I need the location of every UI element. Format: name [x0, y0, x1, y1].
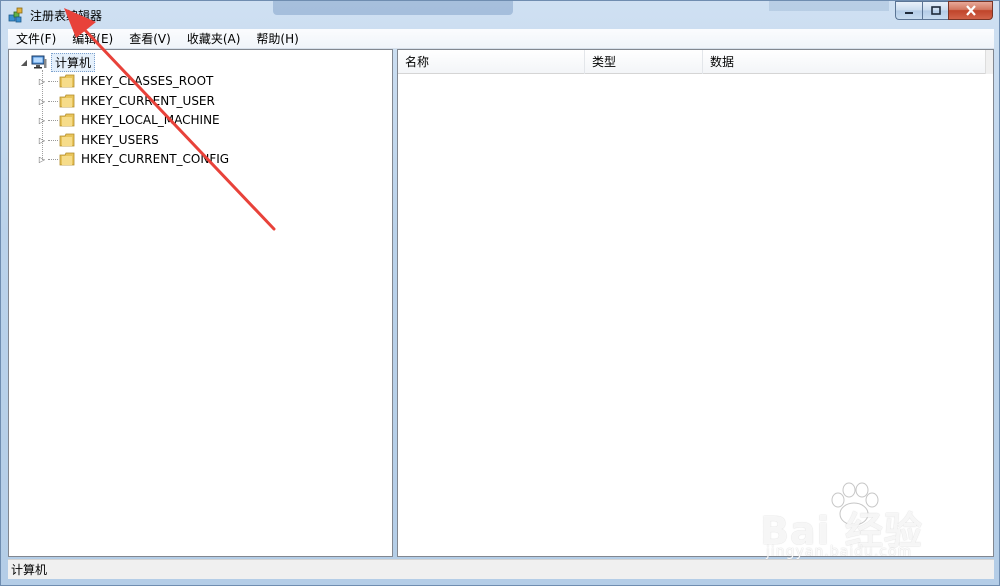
tree-connector-dots [48, 80, 58, 82]
expand-arrow-icon[interactable]: ▷ [37, 115, 47, 125]
tree-item-hkey-users[interactable]: ▷ HKEY_USERS [37, 131, 161, 149]
close-icon [965, 5, 976, 16]
close-button[interactable] [948, 1, 993, 20]
expand-arrow-icon[interactable]: ▷ [37, 154, 47, 164]
menu-help[interactable]: 帮助(H) [248, 29, 306, 49]
folder-icon [59, 113, 75, 127]
tree-item-hkey-current-user[interactable]: ▷ HKEY_CURRENT_USER [37, 92, 217, 110]
menu-file[interactable]: 文件(F) [8, 29, 64, 49]
tree-item-label: HKEY_USERS [81, 133, 159, 147]
registry-values-pane[interactable]: 名称 类型 数据 [397, 49, 994, 557]
folder-icon [59, 152, 75, 166]
menu-favorites[interactable]: 收藏夹(A) [179, 29, 249, 49]
tree-item-hkey-current-config[interactable]: ▷ HKEY_CURRENT_CONFIG [37, 150, 231, 168]
maximize-button[interactable] [922, 1, 948, 20]
list-header: 名称 类型 数据 [398, 50, 986, 74]
background-glare [273, 1, 513, 15]
minimize-icon [905, 11, 913, 14]
status-path: 计算机 [11, 563, 48, 577]
column-header-data[interactable]: 数据 [703, 50, 986, 74]
minimize-button[interactable] [895, 1, 922, 20]
menu-edit[interactable]: 编辑(E) [64, 29, 121, 49]
collapse-arrow-icon[interactable]: ◢ [19, 57, 29, 67]
tree-connector-dots [48, 158, 58, 160]
folder-icon [59, 74, 75, 88]
tree-item-label: HKEY_CLASSES_ROOT [81, 74, 214, 88]
expand-arrow-icon[interactable]: ▷ [37, 96, 47, 106]
tree-connector-dots [48, 139, 58, 141]
folder-icon [59, 94, 75, 108]
background-glare [769, 1, 889, 11]
window-title: 注册表编辑器 [30, 9, 103, 23]
registry-tree-pane[interactable]: ◢ 计算机 ▷ HKEY_CLASSES_ROOT ▷ HKEY_CURRENT… [8, 49, 393, 557]
header-scroll-stub [985, 50, 993, 74]
tree-connector-dots [48, 119, 58, 121]
tree-connector-dots [48, 100, 58, 102]
expand-arrow-icon[interactable]: ▷ [37, 76, 47, 86]
column-header-name[interactable]: 名称 [398, 50, 585, 74]
tree-item-hkey-classes-root[interactable]: ▷ HKEY_CLASSES_ROOT [37, 72, 215, 90]
registry-editor-window: 注册表编辑器 文件(F) 编辑(E) 查看(V) 收藏夹(A) 帮助(H) ◢ [0, 0, 1000, 586]
status-bar: 计算机 [8, 559, 994, 579]
window-controls [895, 1, 993, 20]
column-header-type[interactable]: 类型 [585, 50, 703, 74]
tree-item-hkey-local-machine[interactable]: ▷ HKEY_LOCAL_MACHINE [37, 111, 222, 129]
maximize-icon [930, 5, 941, 15]
tree-item-label: 计算机 [51, 52, 96, 72]
menu-bar: 文件(F) 编辑(E) 查看(V) 收藏夹(A) 帮助(H) [8, 29, 994, 49]
folder-icon [59, 133, 75, 147]
tree-item-label: HKEY_CURRENT_CONFIG [81, 152, 230, 166]
regedit-app-icon [8, 7, 23, 23]
tree-item-label: HKEY_CURRENT_USER [81, 94, 215, 108]
tree-item-computer[interactable]: ◢ 计算机 [19, 52, 96, 72]
expand-arrow-icon[interactable]: ▷ [37, 135, 47, 145]
title-bar[interactable]: 注册表编辑器 [1, 1, 999, 29]
menu-view[interactable]: 查看(V) [121, 29, 179, 49]
computer-icon [31, 55, 47, 69]
tree-item-label: HKEY_LOCAL_MACHINE [81, 113, 220, 127]
